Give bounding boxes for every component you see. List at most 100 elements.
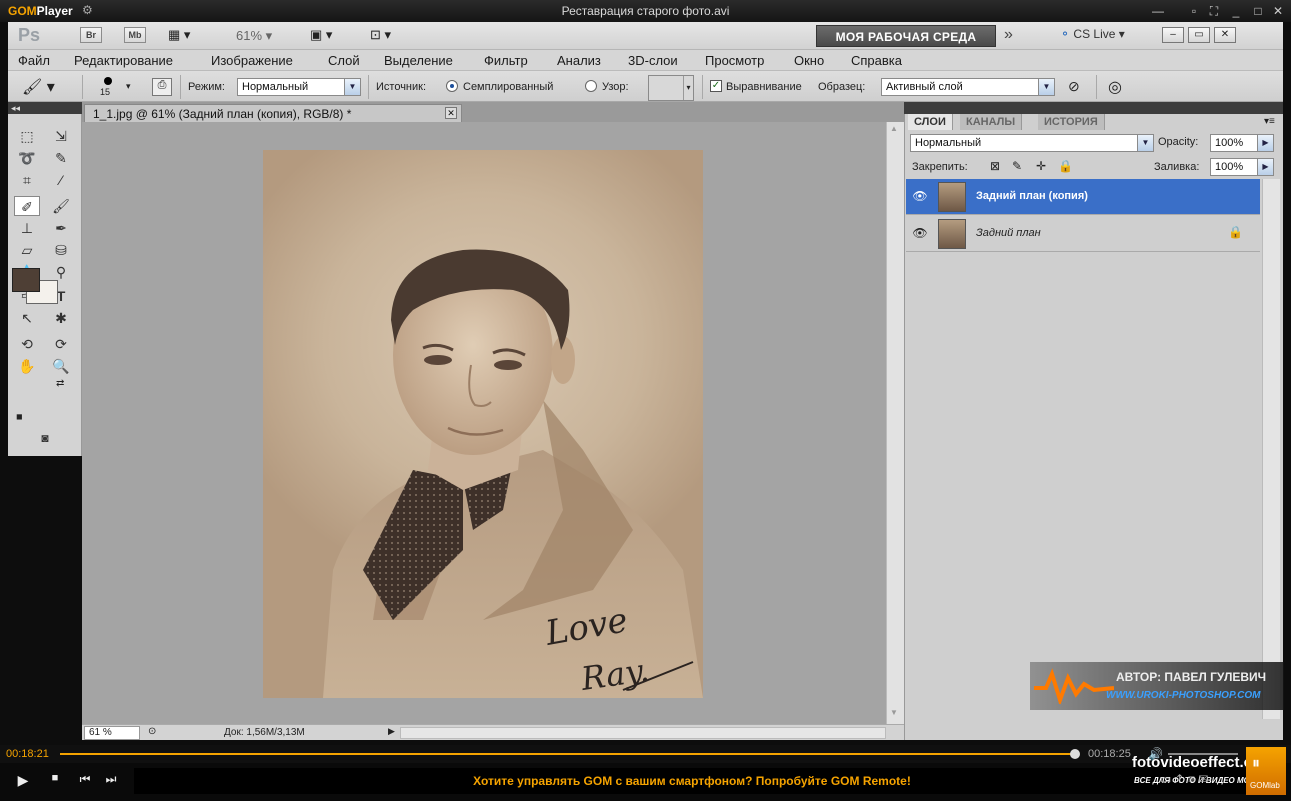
seek-handle[interactable] [1070, 749, 1080, 759]
menu-layer[interactable]: Слой [328, 53, 360, 68]
path-selection-tool-icon[interactable]: ↖ [14, 308, 40, 328]
menu-image[interactable]: Изображение [211, 53, 293, 68]
hand-tool-icon[interactable]: ✋ [14, 356, 40, 376]
pin-icon[interactable]: ▫ [1186, 3, 1202, 19]
healing-brush-tool-icon[interactable]: ✐ [14, 196, 40, 216]
pressure-size-icon[interactable]: ◎ [1108, 77, 1122, 97]
menu-analysis[interactable]: Анализ [557, 53, 601, 68]
photo-canvas[interactable]: Love Ray. [263, 150, 703, 698]
paint-bucket-tool-icon[interactable]: ⛁ [48, 240, 74, 260]
opacity-input[interactable]: 100% ▶ [1210, 134, 1274, 152]
status-info-icon[interactable]: ⊙ [148, 726, 156, 737]
marquee-tool-icon[interactable]: ⬚ [14, 126, 40, 146]
minibridge-button[interactable]: Mb [124, 27, 146, 43]
arrange-documents-icon[interactable]: ▣ ▾ [310, 27, 332, 43]
lasso-tool-icon[interactable]: ➰ [14, 148, 40, 168]
layer-row[interactable]: 👁 Задний план 🔒 [906, 216, 1260, 252]
blend-mode-select[interactable]: Нормальный ▼ [910, 134, 1154, 152]
move-tool-icon[interactable]: ⇲ [48, 126, 74, 146]
menu-line-icon[interactable]: — [1150, 3, 1166, 19]
fullscreen-icon[interactable]: ⛶ [1206, 3, 1222, 19]
lock-transparency-icon[interactable]: ⊠ [990, 159, 1000, 173]
brush-panel-icon[interactable]: ⎙ [152, 78, 172, 96]
zoom-field[interactable]: 61 % [84, 726, 140, 740]
scroll-down-icon[interactable]: ▼ [890, 708, 898, 717]
menu-view[interactable]: Просмотр [705, 53, 764, 68]
dodge-tool-icon[interactable]: ⚲ [48, 262, 74, 282]
promo-ticker[interactable]: Хотите управлять GOM с вашим смартфоном?… [134, 768, 1250, 794]
panel-menu-icon[interactable]: ▾≡ [1264, 116, 1275, 127]
playlist-icon[interactable]: ▭ ⇡ ≡ ✉ [1160, 772, 1208, 786]
ignore-adjustment-layers-icon[interactable]: ⊘ [1068, 78, 1080, 95]
play-button[interactable]: ▶ [12, 772, 34, 790]
tab-channels[interactable]: КАНАЛЫ [960, 114, 1023, 130]
stop-button[interactable]: ■ [44, 772, 66, 790]
workspace-button[interactable]: МОЯ РАБОЧАЯ СРЕДА [816, 25, 996, 47]
lock-all-icon[interactable]: 🔒 [1058, 159, 1073, 173]
foreground-color-swatch[interactable] [12, 268, 40, 292]
ps-close-button[interactable]: ✕ [1214, 27, 1236, 43]
panels-header[interactable] [904, 102, 1283, 114]
crop-tool-icon[interactable]: ⌗ [14, 170, 40, 190]
mode-select[interactable]: Нормальный ▼ [237, 78, 361, 96]
tab-layers[interactable]: СЛОИ [908, 114, 953, 130]
eyedropper-tool-icon[interactable]: ⁄ [48, 170, 74, 190]
brush-tool-icon[interactable]: 🖌 [48, 196, 74, 216]
vertical-scrollbar[interactable]: ▲ ▼ [886, 122, 904, 724]
next-button[interactable]: ⏭ [100, 772, 122, 790]
zoom-level-dropdown[interactable]: 61% ▾ [236, 28, 272, 44]
close-icon[interactable]: ✕ [1270, 3, 1286, 19]
lock-image-icon[interactable]: ✎ [1012, 159, 1022, 173]
tools-panel-header[interactable]: ◂◂ [8, 102, 82, 114]
menu-3d[interactable]: 3D-слои [628, 53, 678, 68]
eye-icon[interactable]: 👁 [910, 226, 930, 242]
menu-help[interactable]: Справка [851, 53, 902, 68]
menu-edit[interactable]: Редактирование [74, 53, 173, 68]
screen-mode-icon[interactable]: ⊡ ▾ [370, 27, 391, 43]
eye-icon[interactable]: 👁 [910, 189, 930, 205]
history-brush-tool-icon[interactable]: ✒ [48, 218, 74, 238]
view-extras-icon[interactable]: ▦ ▾ [168, 27, 190, 43]
eraser-tool-icon[interactable]: ▱ [14, 240, 40, 260]
healing-brush-preset-icon[interactable]: 🖌 ▾ [22, 77, 55, 97]
menu-file[interactable]: Файл [18, 53, 50, 68]
maximize-icon[interactable]: □ [1250, 3, 1266, 19]
zoom-tool-icon[interactable]: 🔍 [48, 356, 74, 376]
fill-input[interactable]: 100% ▶ [1210, 158, 1274, 176]
menu-select[interactable]: Выделение [384, 53, 453, 68]
quick-mask-icon[interactable]: ◙ [32, 428, 58, 448]
document-tab[interactable]: 1_1.jpg @ 61% (Задний план (копия), RGB/… [84, 104, 462, 122]
aligned-checkbox[interactable]: ✓ [710, 80, 722, 92]
ps-minimize-button[interactable]: – [1162, 27, 1184, 43]
lock-position-icon[interactable]: ✛ [1036, 159, 1046, 173]
layer-row[interactable]: 👁 Задний план (копия) [906, 179, 1260, 215]
default-colors-icon[interactable]: ◼ [16, 412, 23, 421]
source-sampled-radio[interactable] [446, 80, 458, 92]
cs-live-menu[interactable]: ⚬ CS Live ▾ [1060, 27, 1125, 41]
bridge-button[interactable]: Br [80, 27, 102, 43]
tab-history[interactable]: ИСТОРИЯ [1038, 114, 1105, 130]
double-chevron-icon[interactable]: » [1004, 26, 1013, 44]
horizontal-scrollbar[interactable] [400, 727, 886, 739]
swap-colors-icon[interactable]: ⇄ [56, 378, 64, 389]
close-icon[interactable]: ✕ [445, 107, 457, 119]
previous-button[interactable]: ⏮ [74, 772, 96, 790]
brush-picker[interactable]: 15 ▾ [100, 75, 131, 99]
quick-selection-tool-icon[interactable]: ✎ [48, 148, 74, 168]
sample-select[interactable]: Активный слой ▼ [881, 78, 1055, 96]
minimize-icon[interactable]: _ [1228, 3, 1244, 19]
seek-bar[interactable] [60, 753, 1076, 755]
status-menu-arrow-icon[interactable]: ▶ [388, 726, 395, 737]
menu-window[interactable]: Окно [794, 53, 824, 68]
scroll-up-icon[interactable]: ▲ [890, 124, 898, 133]
3d-orbit-tool-icon[interactable]: ⟳ [48, 334, 74, 354]
layers-scrollbar[interactable] [1262, 179, 1280, 719]
ps-restore-button[interactable]: ▭ [1188, 27, 1210, 43]
pattern-picker[interactable]: ▾ [648, 75, 694, 101]
clone-stamp-tool-icon[interactable]: ⊥ [14, 218, 40, 238]
gomlab-logo[interactable]: ⏸ GOMlab [1246, 747, 1286, 795]
source-pattern-radio[interactable] [585, 80, 597, 92]
3d-rotate-tool-icon[interactable]: ⟲ [14, 334, 40, 354]
shape-tool-icon[interactable]: ✱ [48, 308, 74, 328]
menu-filter[interactable]: Фильтр [484, 53, 528, 68]
